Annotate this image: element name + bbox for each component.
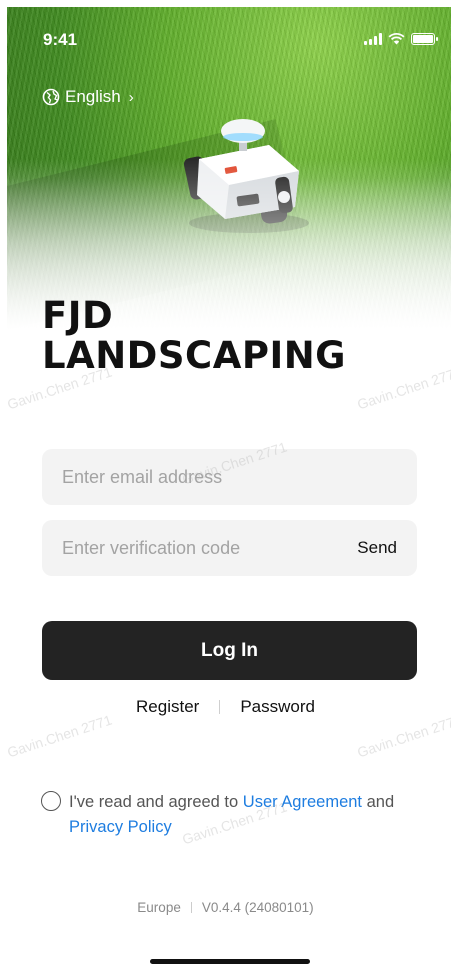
brand-line-1: FJD [42,294,114,337]
globe-icon [42,88,60,106]
agreement-middle: and [362,793,395,811]
agreement-prefix: I've read and agreed to [69,793,243,811]
privacy-policy-link[interactable]: Privacy Policy [69,818,172,836]
agreement-radio[interactable] [41,791,61,811]
user-agreement-link[interactable]: User Agreement [243,793,362,811]
send-code-button[interactable]: Send [357,538,397,558]
watermark: Gavin.Chen 2771 [5,711,114,761]
watermark: Gavin.Chen 2771 [355,711,451,761]
login-button[interactable]: Log In [42,621,417,680]
chevron-right-icon: › [128,88,134,106]
email-field[interactable] [62,466,397,488]
status-icons [364,33,438,45]
wifi-icon [388,33,405,45]
version-label: V0.4.4 (24080101) [201,900,314,915]
footer-divider [190,902,192,913]
region-label: Europe [137,900,181,915]
code-field-container: Send [42,520,417,576]
brand-title: FJD LANDSCAPING [42,296,346,376]
password-link[interactable]: Password [240,697,315,717]
account-links: Register Password [0,697,451,717]
brand-line-2: LANDSCAPING [42,334,347,377]
email-field-container [42,449,417,505]
agreement-row: I've read and agreed to User Agreement a… [41,790,421,840]
signal-icon [364,33,382,45]
language-selector[interactable]: English › [42,87,134,107]
register-link[interactable]: Register [136,697,199,717]
battery-icon [411,33,438,45]
agreement-text: I've read and agreed to User Agreement a… [69,790,394,840]
verification-code-field[interactable] [62,537,358,559]
home-indicator [150,959,310,964]
status-time: 9:41 [43,30,78,49]
link-divider [219,700,221,714]
footer: Europe V0.4.4 (24080101) [0,900,451,915]
status-bar: 9:41 [0,0,451,70]
language-label: English [65,87,121,106]
